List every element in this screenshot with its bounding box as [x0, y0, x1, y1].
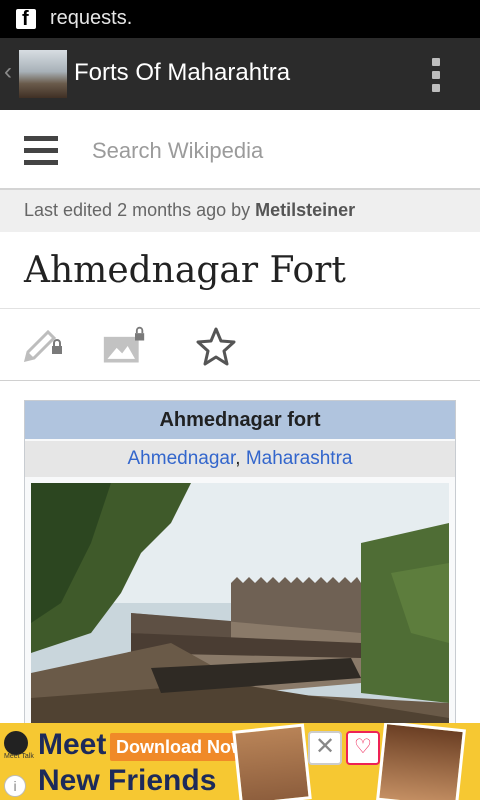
- infobox-location: Ahmednagar, Maharashtra: [25, 441, 455, 477]
- dot-icon: [432, 58, 440, 66]
- notification-text: requests.: [50, 7, 133, 29]
- ad-headline-new-friends: New Friends: [38, 764, 217, 797]
- ad-info-icon[interactable]: i: [4, 775, 26, 797]
- ad-woman-photo: [376, 723, 466, 800]
- fort-photo[interactable]: [31, 483, 449, 741]
- last-edited-bar[interactable]: Last edited 2 months ago by Metilsteiner: [0, 190, 480, 232]
- facebook-icon: f: [16, 8, 36, 30]
- infobox-caption: Ahmednagar fort: [25, 401, 455, 439]
- link-maharashtra[interactable]: Maharashtra: [246, 448, 353, 469]
- dot-icon: [432, 84, 440, 92]
- page-actions: [0, 310, 480, 380]
- edit-locked-icon[interactable]: [22, 326, 66, 366]
- ad-man-photo: [232, 723, 312, 800]
- app-logo[interactable]: [19, 50, 67, 98]
- ad-headline-meet: Meet: [38, 728, 107, 761]
- divider: [0, 380, 480, 381]
- ad-download-button[interactable]: Download Now: [110, 733, 251, 761]
- search-input[interactable]: [92, 136, 452, 166]
- dot-icon: [432, 71, 440, 79]
- action-bar: ‹ Forts Of Maharahtra: [0, 38, 480, 110]
- like-heart-icon: ♡: [346, 731, 380, 765]
- infobox: Ahmednagar fort Ahmednagar, Maharashtra: [24, 400, 456, 742]
- app-title: Forts Of Maharahtra: [74, 59, 291, 86]
- upload-image-locked-icon[interactable]: [102, 326, 146, 366]
- wikipedia-header: [0, 110, 480, 190]
- meettalk-logo-icon: Meet Talk: [4, 731, 34, 760]
- divider: [0, 308, 480, 309]
- status-bar: f requests.: [0, 0, 480, 38]
- star-watch-icon[interactable]: [194, 326, 238, 366]
- ad-banner[interactable]: Meet Talk Meet Download Now New Friends …: [0, 723, 480, 800]
- last-edited-text: Last edited 2 months ago by: [24, 200, 256, 220]
- overflow-menu-button[interactable]: [432, 58, 442, 92]
- back-chevron-icon[interactable]: ‹: [4, 58, 12, 86]
- location-separator: ,: [235, 448, 246, 469]
- last-edited-user[interactable]: Metilsteiner: [255, 200, 355, 220]
- link-ahmednagar[interactable]: Ahmednagar: [128, 448, 236, 469]
- hamburger-menu-icon[interactable]: [24, 136, 58, 165]
- page-title: Ahmednagar Fort: [24, 250, 346, 291]
- dislike-x-icon: ✕: [308, 731, 342, 765]
